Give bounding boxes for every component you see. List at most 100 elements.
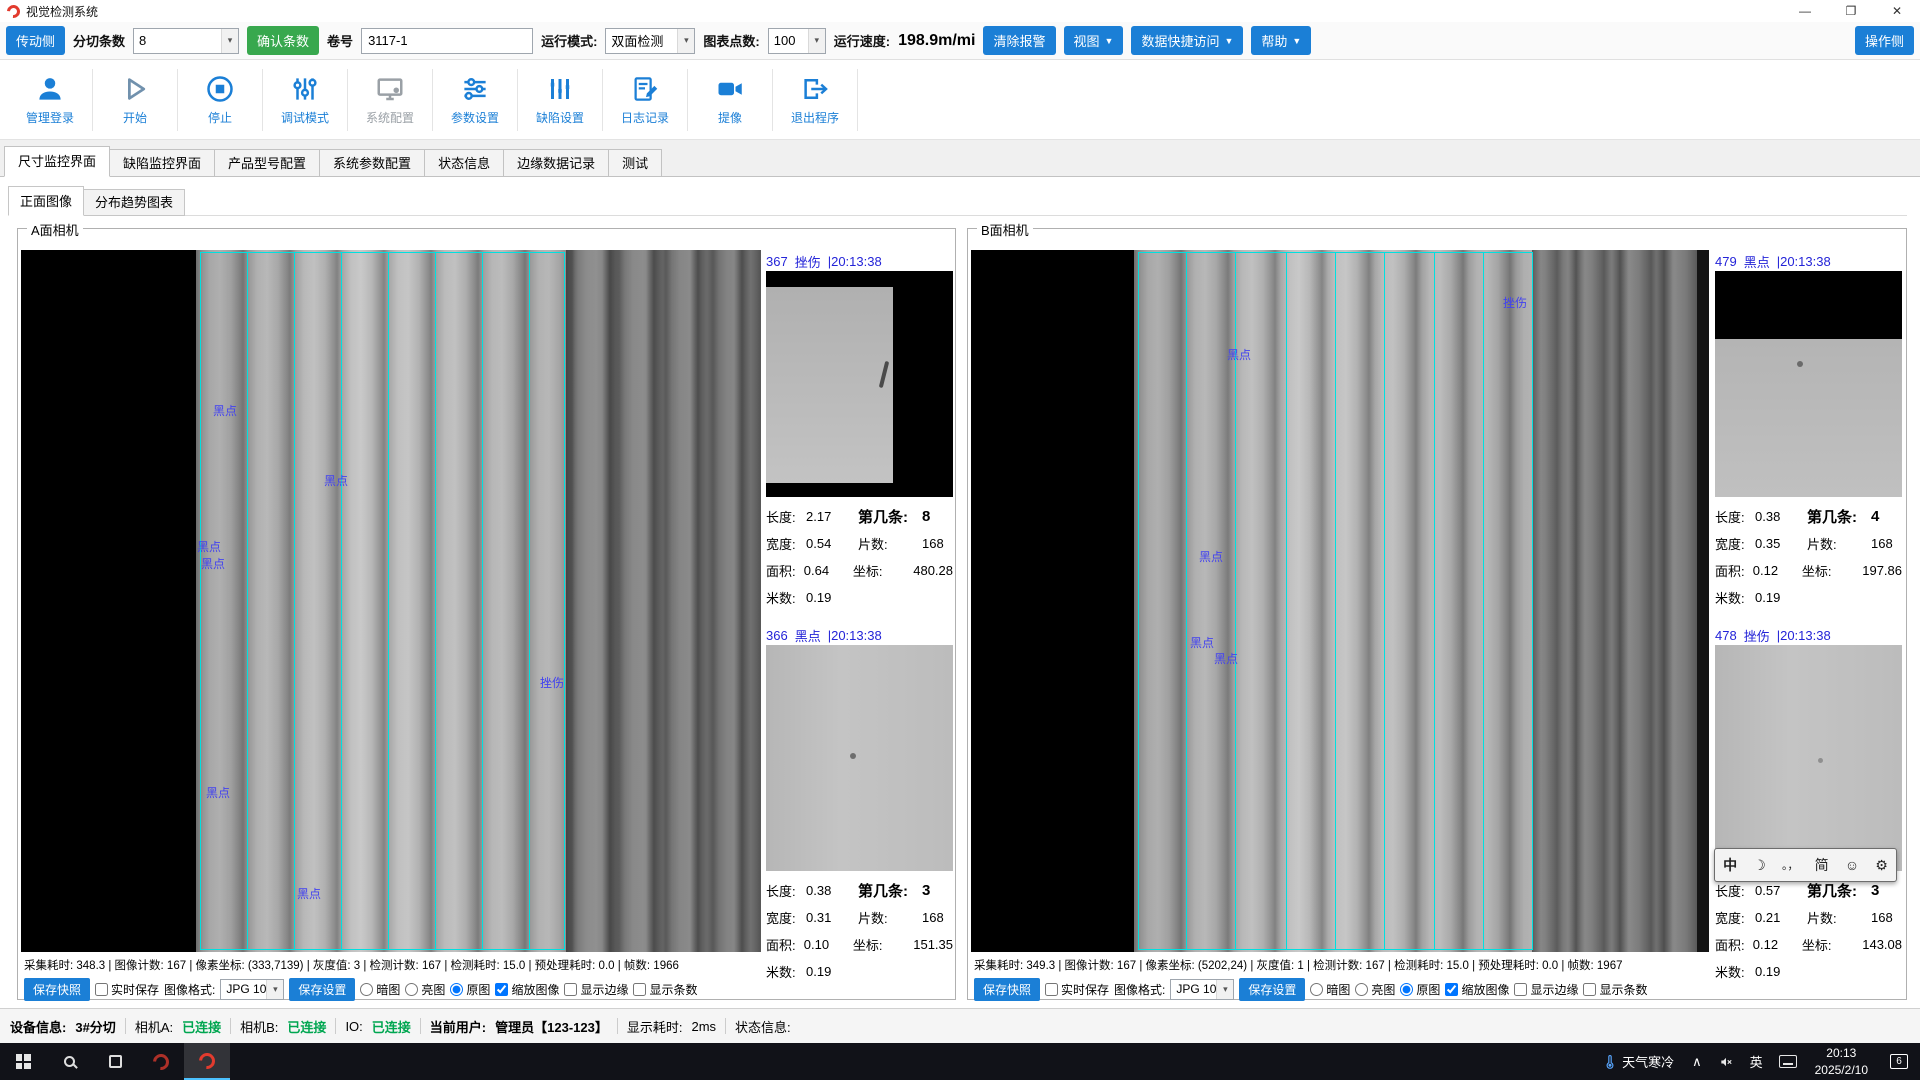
defect-thumbnail — [766, 271, 953, 497]
zoom-image-checkbox[interactable] — [495, 983, 508, 996]
roll-number-input[interactable] — [361, 28, 533, 54]
image-format-select[interactable]: JPG 100 ▾ — [220, 979, 284, 1000]
realtime-save-checkbox[interactable] — [95, 983, 108, 996]
show-edge-checkbox[interactable] — [1514, 983, 1527, 996]
tab-status-info[interactable]: 状态信息 — [424, 149, 504, 177]
drive-side-button[interactable]: 传动侧 — [6, 26, 65, 55]
defect-card[interactable]: 479 黑点 |20:13:38 长度:0.38第几条:4宽度:0.35片数:1… — [1715, 251, 1902, 611]
defect-card[interactable]: 366 黑点 |20:13:38 长度:0.38第几条:3宽度:0.31片数:1… — [766, 625, 953, 985]
operate-side-button[interactable]: 操作侧 — [1855, 26, 1914, 55]
stat-label: 米数: — [766, 588, 806, 607]
stat-value: 3 — [1871, 882, 1902, 899]
realtime-save-checkbox[interactable] — [1045, 983, 1058, 996]
bright-image-radio[interactable] — [405, 983, 418, 996]
debug-mode-button[interactable]: 调试模式 — [263, 63, 347, 137]
video-camera-icon — [715, 74, 745, 104]
log-pencil-icon — [630, 74, 660, 104]
tab-defect-monitor[interactable]: 缺陷监控界面 — [109, 149, 215, 177]
chevron-down-icon[interactable]: ▾ — [266, 980, 283, 999]
camera-a-image[interactable]: 黑点 黑点 黑点 黑点 挫伤 黑点 黑点 — [21, 250, 761, 952]
chart-points-select[interactable]: 100 ▾ — [768, 28, 826, 54]
stat-label: 长度: — [1715, 881, 1755, 900]
data-quick-access-menu-button[interactable]: 数据快捷访问 ▼ — [1131, 26, 1243, 55]
ime-keyboard-button[interactable] — [1771, 1043, 1805, 1080]
camera-b-conn-status: 已连接 — [287, 1017, 326, 1036]
gear-icon[interactable]: ⚙ — [1875, 857, 1888, 874]
params-settings-button[interactable]: 参数设置 — [433, 63, 517, 137]
show-strips-checkbox[interactable] — [1583, 983, 1596, 996]
defect-card[interactable]: 478 挫伤 |20:13:38 长度:0.57第几条:3宽度:0.21片数:1… — [1715, 625, 1902, 985]
chevron-down-icon[interactable]: ▾ — [1216, 980, 1233, 999]
maximize-button[interactable]: ❐ — [1828, 0, 1874, 22]
start-menu-button[interactable] — [0, 1043, 46, 1080]
defect-stat-row: 米数:0.19 — [766, 958, 953, 985]
search-icon — [64, 1056, 75, 1067]
view-menu-button[interactable]: 视图 ▼ — [1064, 26, 1124, 55]
notification-center-button[interactable]: 6 — [1878, 1043, 1920, 1080]
bright-image-radio[interactable] — [1355, 983, 1368, 996]
image-format-label: 图像格式: — [164, 981, 215, 998]
volume-muted-button[interactable] — [1710, 1043, 1742, 1080]
run-mode-select[interactable]: 双面检测 ▾ — [605, 28, 695, 54]
confirm-count-button[interactable]: 确认条数 — [247, 26, 319, 55]
save-settings-button[interactable]: 保存设置 — [1239, 978, 1305, 1001]
slit-count-select[interactable]: 8 ▾ — [133, 28, 239, 54]
capture-image-button[interactable]: 提像 — [688, 63, 772, 137]
tab-test[interactable]: 测试 — [608, 149, 662, 177]
show-strips-checkbox[interactable] — [633, 983, 646, 996]
tab-system-params-config[interactable]: 系统参数配置 — [319, 149, 425, 177]
save-snapshot-button[interactable]: 保存快照 — [974, 978, 1040, 1001]
input-language-button[interactable]: 英 — [1742, 1043, 1771, 1080]
minimize-button[interactable]: — — [1782, 0, 1828, 22]
stop-button[interactable]: 停止 — [178, 63, 262, 137]
defect-card[interactable]: 367 挫伤 |20:13:38 长度:2.17第几条:8宽度:0.54片数:1… — [766, 251, 953, 611]
original-image-radio[interactable] — [450, 983, 463, 996]
show-edge-checkbox[interactable] — [564, 983, 577, 996]
moon-icon[interactable]: ☽ — [1753, 857, 1766, 874]
tray-expand-button[interactable]: ∧ — [1684, 1043, 1710, 1080]
strip-boundary-line — [341, 252, 342, 950]
weather-widget[interactable]: 天气寒冷 — [1593, 1043, 1684, 1080]
help-menu-button[interactable]: 帮助 ▼ — [1251, 26, 1311, 55]
stat-value: 168 — [922, 536, 953, 551]
save-snapshot-button[interactable]: 保存快照 — [24, 978, 90, 1001]
tab-distribution-chart[interactable]: 分布趋势图表 — [83, 189, 185, 216]
tab-front-image[interactable]: 正面图像 — [8, 186, 84, 216]
taskbar-active-app-button[interactable] — [184, 1043, 230, 1080]
camera-b-image[interactable]: 挫伤 黑点 黑点 黑点 黑点 — [971, 250, 1709, 952]
ime-simplified-toggle[interactable]: 简 — [1815, 855, 1829, 875]
bright-image-label: 亮图 — [421, 981, 445, 998]
log-record-button[interactable]: 日志记录 — [603, 63, 687, 137]
zoom-image-checkbox[interactable] — [1445, 983, 1458, 996]
clear-alarm-button[interactable]: 清除报警 — [983, 26, 1055, 55]
ime-punctuation-icon[interactable]: 。， — [1782, 857, 1799, 873]
chevron-down-icon[interactable]: ▾ — [221, 29, 238, 53]
system-config-button[interactable]: 系统配置 — [348, 63, 432, 137]
stat-value: 0.54 — [806, 536, 858, 551]
smiley-icon[interactable]: ☺ — [1845, 857, 1859, 873]
defect-annotation: 黑点 — [1227, 346, 1251, 363]
clock[interactable]: 20:13 2025/2/10 — [1805, 1043, 1878, 1080]
dark-image-radio[interactable] — [1310, 983, 1323, 996]
app-window: 视觉检测系统 — ❐ ✕ 传动侧 分切条数 8 ▾ 确认条数 卷号 运行模式: … — [0, 0, 1920, 1080]
image-format-select[interactable]: JPG 100 ▾ — [1170, 979, 1234, 1000]
ime-mode-chinese[interactable]: 中 — [1723, 855, 1737, 875]
dark-image-radio[interactable] — [360, 983, 373, 996]
start-button[interactable]: 开始 — [93, 63, 177, 137]
chevron-down-icon[interactable]: ▾ — [677, 29, 694, 53]
tab-edge-data-record[interactable]: 边缘数据记录 — [503, 149, 609, 177]
save-settings-button[interactable]: 保存设置 — [289, 978, 355, 1001]
tab-product-model-config[interactable]: 产品型号配置 — [214, 149, 320, 177]
stat-label: 片数: — [1807, 908, 1871, 927]
defect-card-header: 479 黑点 |20:13:38 — [1715, 251, 1902, 271]
exit-program-button[interactable]: 退出程序 — [773, 63, 857, 137]
taskbar-app-button[interactable] — [138, 1043, 184, 1080]
chevron-down-icon[interactable]: ▾ — [808, 29, 825, 53]
tab-size-monitor[interactable]: 尺寸监控界面 — [4, 146, 110, 177]
original-image-radio[interactable] — [1400, 983, 1413, 996]
manage-login-button[interactable]: 管理登录 — [8, 63, 92, 137]
defect-settings-button[interactable]: 缺陷设置 — [518, 63, 602, 137]
taskbar-search-button[interactable] — [46, 1043, 92, 1080]
task-view-button[interactable] — [92, 1043, 138, 1080]
close-button[interactable]: ✕ — [1874, 0, 1920, 22]
